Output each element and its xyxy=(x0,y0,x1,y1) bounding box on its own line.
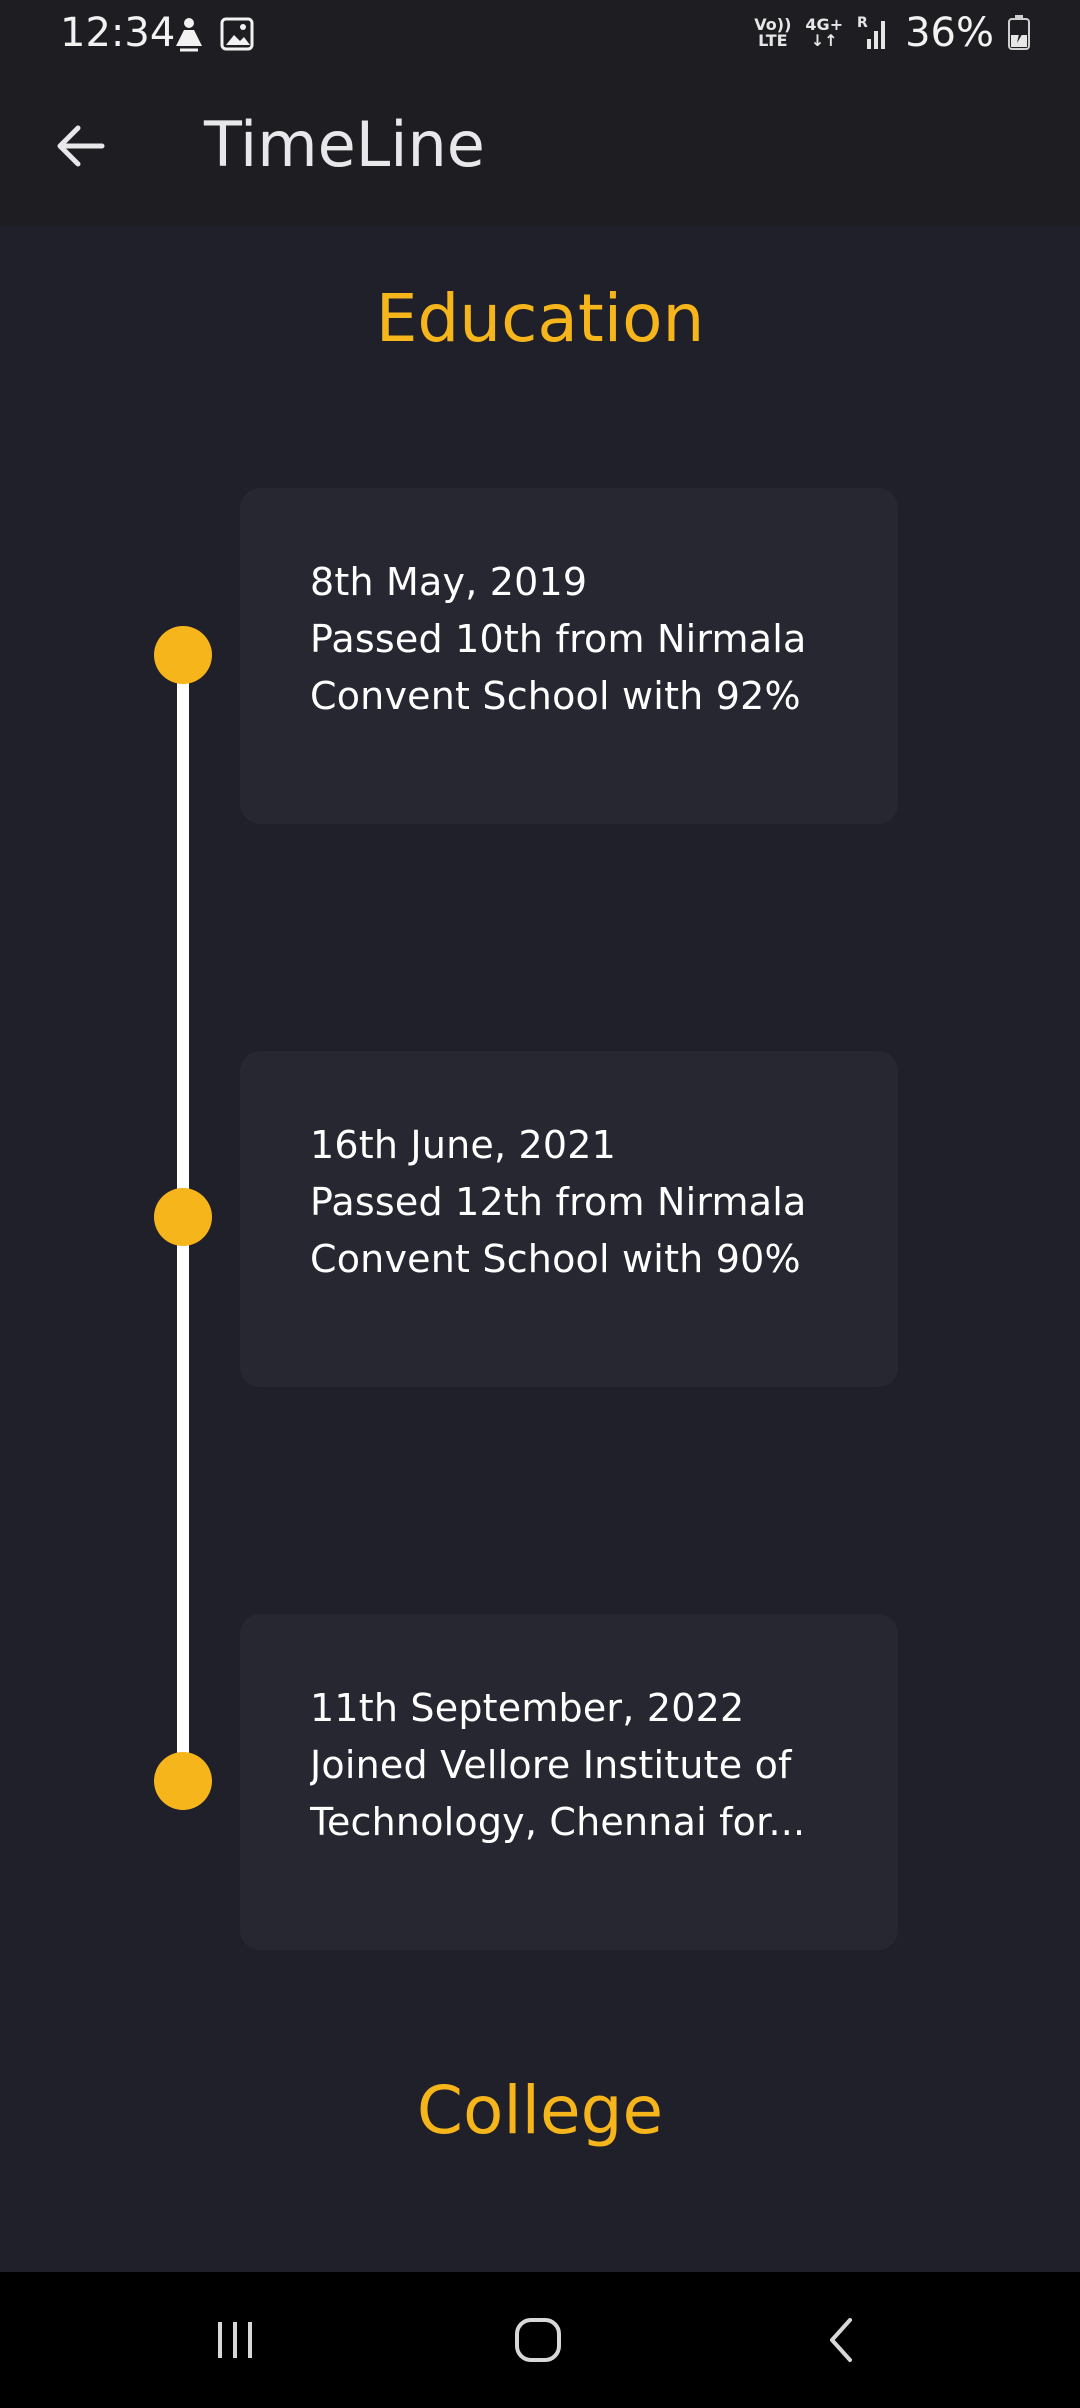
timeline-card[interactable]: 8th May, 2019 Passed 10th from Nirmala C… xyxy=(240,488,898,824)
timeline-description-line: Joined Vellore Institute of xyxy=(310,1743,792,1787)
timeline-date: 16th June, 2021 xyxy=(310,1123,617,1167)
timeline-description-line: Technology, Chennai for... xyxy=(310,1800,806,1844)
section-heading-education: Education xyxy=(375,280,705,357)
battery-charging-icon xyxy=(1008,15,1030,50)
timeline-description-line: Passed 12th from Nirmala xyxy=(310,1180,807,1224)
section-heading-college: College xyxy=(416,2072,664,2149)
arrow-left-icon[interactable] xyxy=(52,118,108,174)
timeline-description-line: Convent School with 92% xyxy=(310,674,801,718)
recent-apps-icon[interactable] xyxy=(200,2308,270,2372)
svg-text:R: R xyxy=(857,15,868,31)
timeline-screen: 12:34 Vo)) LTE 4G+ ↓↑ R 36% TimeLine Edu… xyxy=(0,0,1080,2408)
network-4g-indicator: 4G+ ↓↑ xyxy=(805,15,844,50)
timeline-dot xyxy=(154,1188,212,1246)
timeline-dot xyxy=(154,1752,212,1810)
status-time: 12:34 xyxy=(60,10,176,56)
system-nav-bar xyxy=(0,2272,1080,2408)
timeline-card[interactable]: 11th September, 2022 Joined Vellore Inst… xyxy=(240,1614,898,1950)
status-indicators: Vo)) LTE 4G+ ↓↑ R 36% xyxy=(754,10,1030,56)
gallery-icon xyxy=(220,17,254,51)
signal-icon: R xyxy=(857,15,886,49)
app-bar: TimeLine xyxy=(0,70,1080,226)
timeline-dot xyxy=(154,626,212,684)
status-bar: 12:34 Vo)) LTE 4G+ ↓↑ R 36% xyxy=(0,0,1080,70)
timeline-description-line: Passed 10th from Nirmala xyxy=(310,617,807,661)
page-title: TimeLine xyxy=(204,108,485,181)
back-icon[interactable] xyxy=(806,2308,876,2372)
timeline-description-line: Convent School with 90% xyxy=(310,1237,801,1281)
timeline-date: 8th May, 2019 xyxy=(310,560,588,604)
timeline-date: 11th September, 2022 xyxy=(310,1686,745,1730)
volte-indicator: Vo)) LTE xyxy=(754,15,792,50)
home-icon[interactable] xyxy=(503,2308,573,2372)
silent-person-icon xyxy=(176,18,202,52)
battery-percentage: 36% xyxy=(905,10,994,56)
timeline-card[interactable]: 16th June, 2021 Passed 12th from Nirmala… xyxy=(240,1051,898,1387)
